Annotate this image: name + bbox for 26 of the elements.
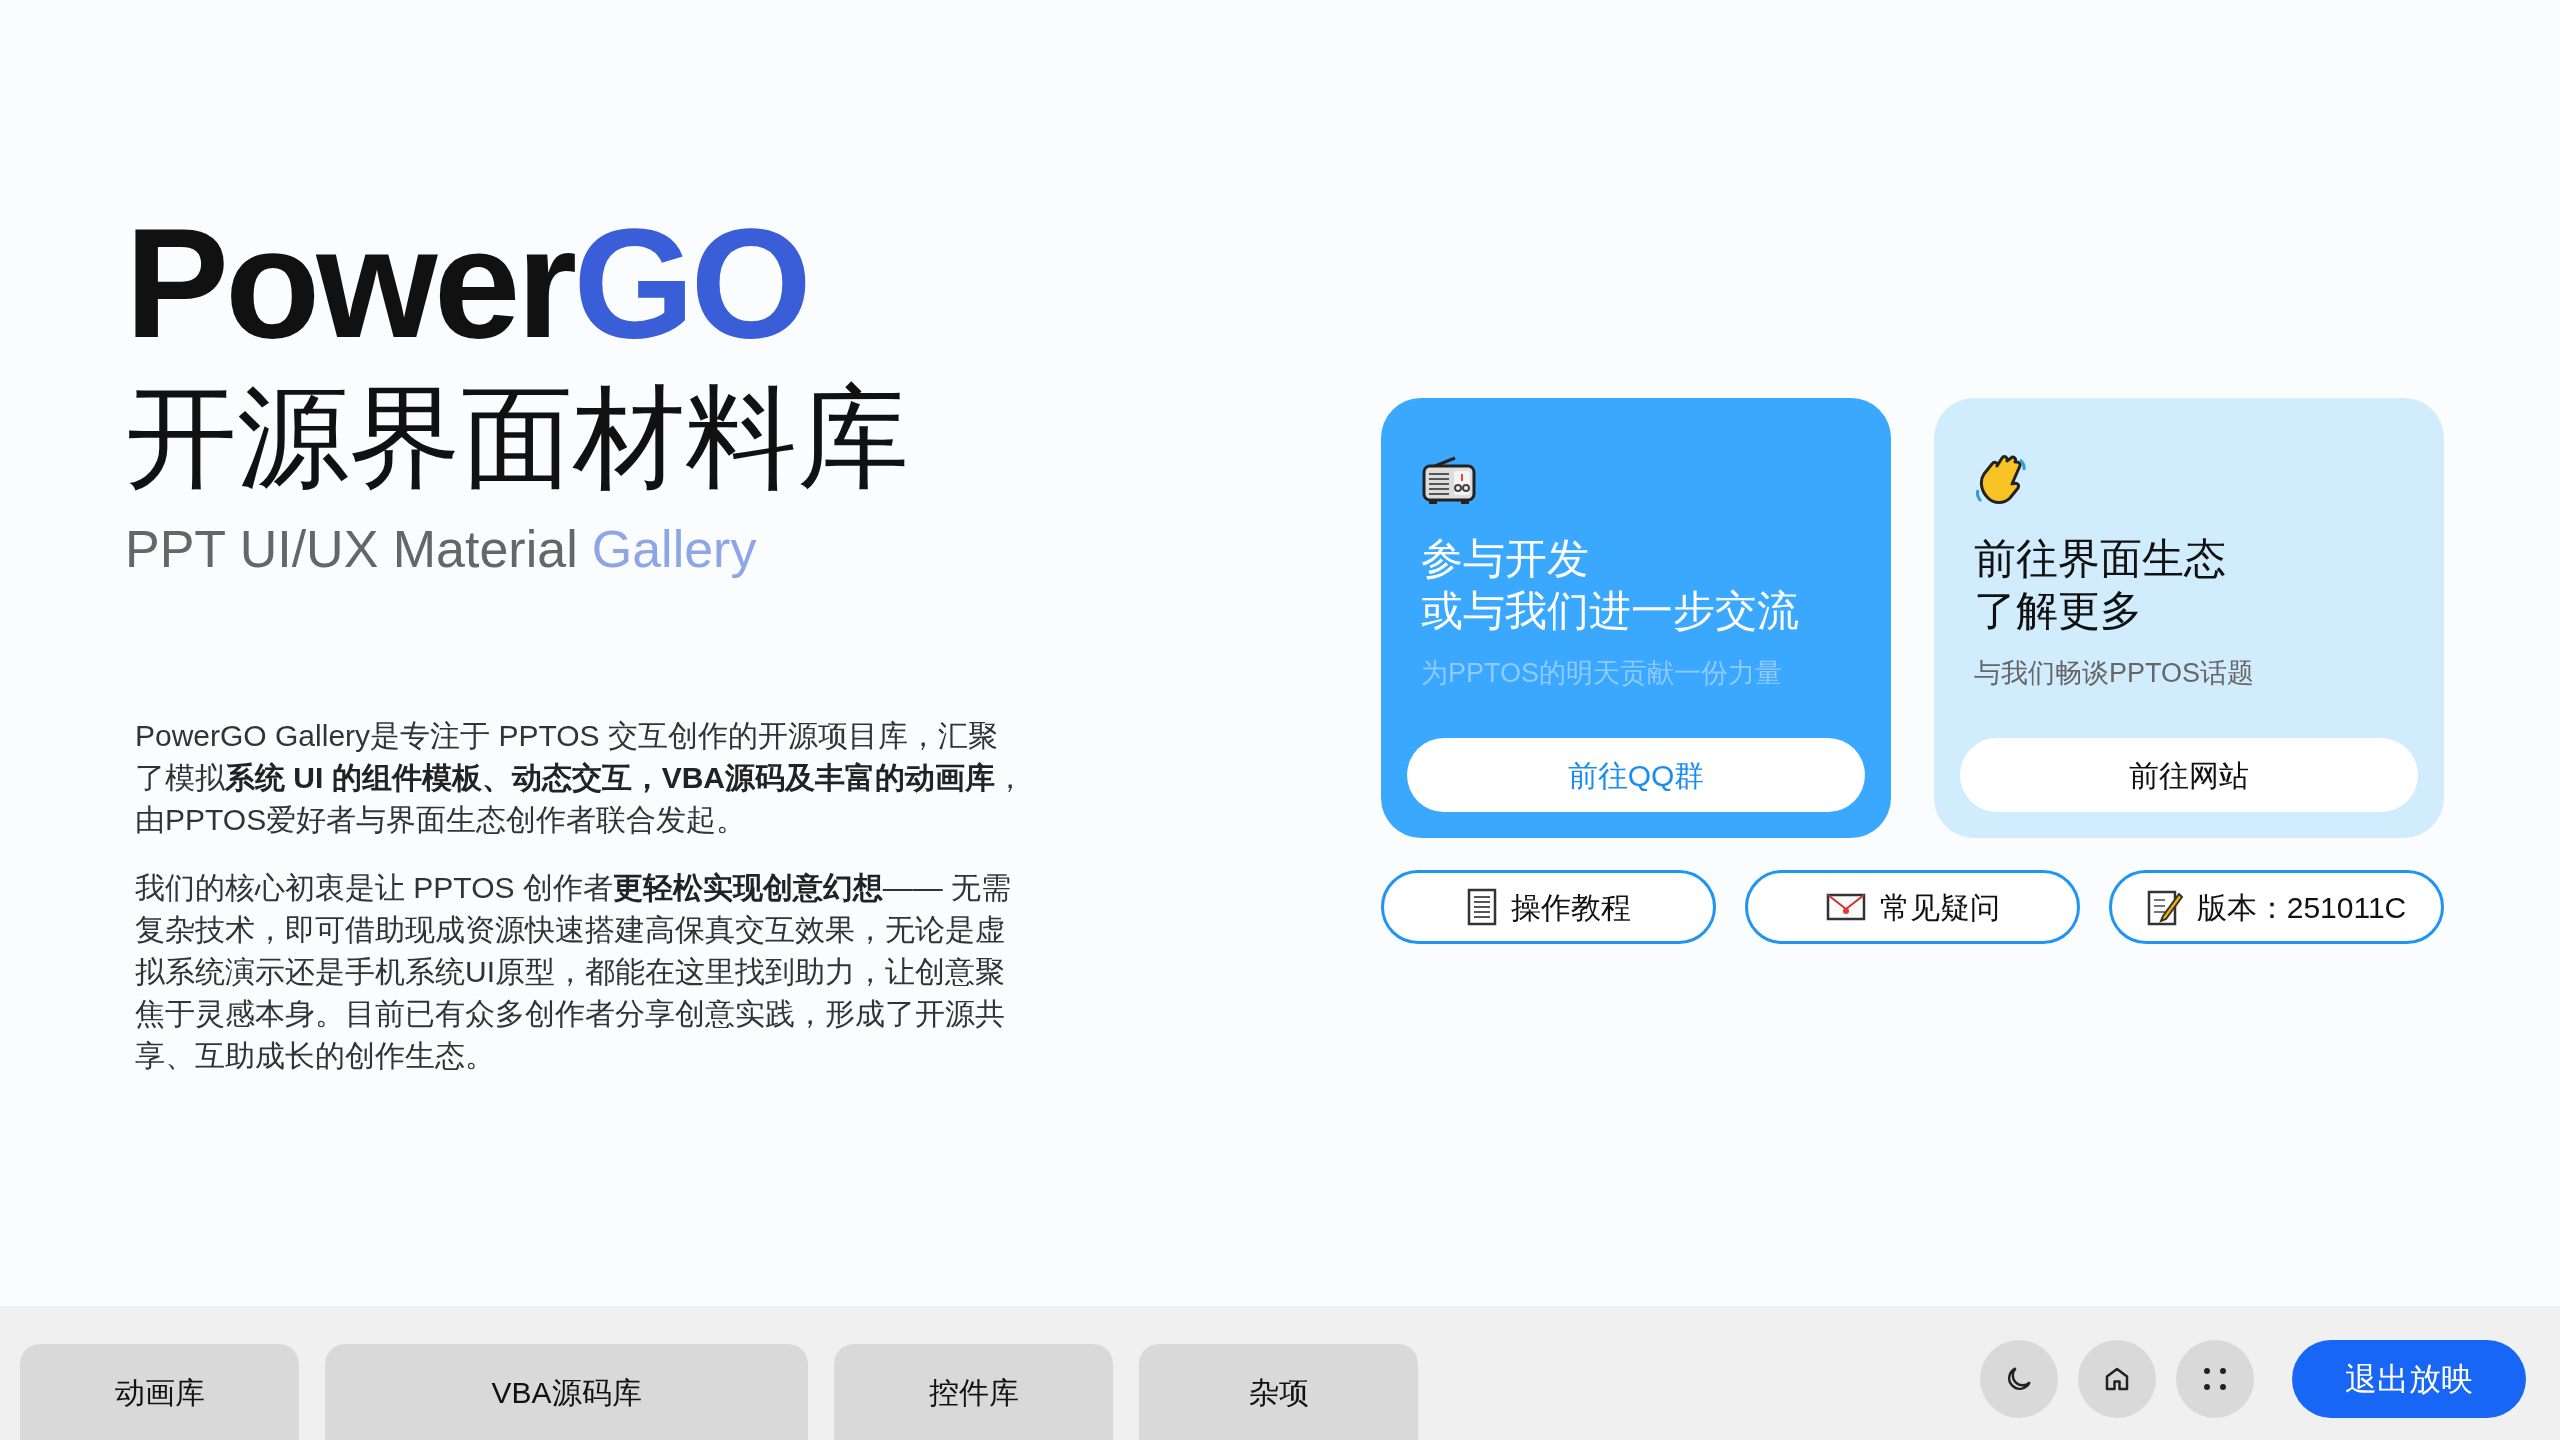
card-button[interactable]: 前往网站: [1960, 738, 2418, 812]
link-button[interactable]: 常见疑问: [1745, 870, 2080, 944]
category-tab[interactable]: 杂项: [1139, 1344, 1418, 1440]
memo-icon: [2146, 888, 2183, 926]
link-button[interactable]: 版本：251011C: [2109, 870, 2444, 944]
category-tab[interactable]: 动画库: [20, 1344, 299, 1440]
category-tab[interactable]: 控件库: [834, 1344, 1113, 1440]
card-title: 了解更多: [1974, 586, 2142, 636]
dots-grid-icon: [2202, 1366, 2228, 1392]
card-caption: 与我们畅谈PPTOS话题: [1973, 657, 2255, 690]
title-chinese: 开源界面材料库: [125, 381, 909, 493]
subtitle: PPT UI/UX Material: [125, 523, 578, 575]
app-title: Power: [125, 205, 574, 361]
card-title: 或与我们进一步交流: [1421, 586, 1799, 636]
document-icon: [1466, 888, 1497, 926]
description-paragraph: PowerGO Gallery是专注于 PPTOS 交互创作的开源项目库，汇聚了模拟系统 UI 的组件模板、动态交互，VBA源码及丰富的动画库，由PPTOS爱好者与界面生态创作者联合发起。: [135, 718, 1025, 838]
app-title-accent: GO: [573, 205, 808, 361]
envelope-icon: [1825, 893, 1866, 921]
description-paragraph: 我们的核心初衷是让 PPTOS 创作者更轻松实现创意幻想—— 无需复杂技术，即可借助现成资源快速搭建高保真交互效果，无论是虚拟系统演示还是手机系统UI原型，都能在这里找到助力，让创意聚焦于灵感本身。目前已有众多创作者分享创意实践，形成了开源共享、互助成长的创作生态。: [135, 870, 1013, 1074]
category-tab[interactable]: VBA源码库: [325, 1344, 808, 1440]
radio-icon: [1421, 456, 1477, 506]
link-button[interactable]: 操作教程: [1381, 870, 1716, 944]
card-title: 前往界面生态: [1974, 534, 2226, 584]
card-title: 参与开发: [1421, 534, 1589, 584]
card-caption: 为PPTOS的明天贡献一份力量: [1420, 657, 1783, 690]
exit-button[interactable]: 退出放映: [2292, 1340, 2526, 1418]
